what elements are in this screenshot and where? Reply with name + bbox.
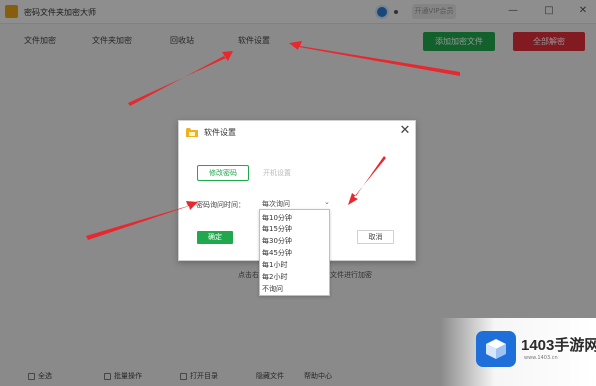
select-value: 每次询问 bbox=[262, 200, 290, 208]
cancel-button[interactable]: 取消 bbox=[357, 230, 394, 244]
dropdown-option[interactable]: 每30分钟 bbox=[262, 236, 292, 247]
tab-startup-settings[interactable]: 开机设置 bbox=[253, 165, 301, 181]
ask-time-dropdown-list: 每10分钟 每15分钟 每30分钟 每45分钟 每1小时 每2小时 不询问 bbox=[259, 209, 330, 296]
tab-change-password[interactable]: 修改密码 bbox=[197, 165, 249, 181]
dropdown-option[interactable]: 每2小时 bbox=[262, 272, 287, 283]
dropdown-option[interactable]: 每1小时 bbox=[262, 260, 287, 271]
dropdown-option[interactable]: 每10分钟 bbox=[262, 213, 292, 224]
chevron-down-icon: ⌄ bbox=[324, 198, 330, 206]
watermark-url: www.1403.cn bbox=[524, 355, 558, 361]
watermark-text: 1403手游网 bbox=[521, 337, 596, 354]
dropdown-option[interactable]: 每45分钟 bbox=[262, 248, 292, 259]
cube-icon bbox=[486, 339, 506, 359]
password-ask-time-label: 密码询问时间： bbox=[196, 201, 245, 209]
folder-icon bbox=[186, 128, 198, 137]
dropdown-option[interactable]: 不询问 bbox=[262, 284, 283, 295]
dialog-title: 软件设置 bbox=[204, 128, 236, 137]
dropdown-option[interactable]: 每15分钟 bbox=[262, 224, 292, 235]
confirm-button[interactable]: 确定 bbox=[197, 231, 233, 244]
dialog-close-button[interactable]: ✕ bbox=[397, 123, 413, 139]
